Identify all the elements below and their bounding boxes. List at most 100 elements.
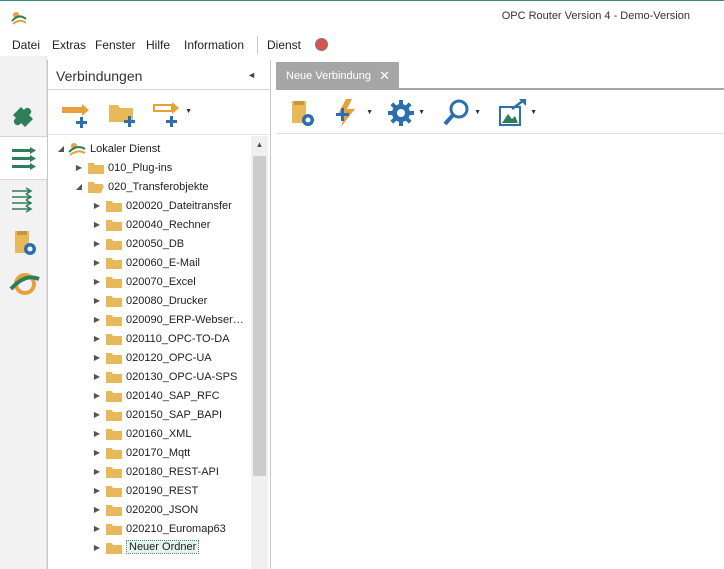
collapsed-arrow-icon[interactable]: ▶ — [92, 505, 102, 514]
collapsed-arrow-icon[interactable]: ▶ — [74, 163, 84, 172]
export-image-icon — [499, 99, 526, 126]
folder-icon — [106, 372, 122, 383]
collapse-panel-icon[interactable]: ◄ — [247, 70, 256, 80]
nav-service-settings[interactable] — [0, 220, 47, 264]
collapsed-arrow-icon[interactable]: ▶ — [92, 201, 102, 210]
collapsed-arrow-icon[interactable]: ▶ — [92, 467, 102, 476]
folder-icon — [106, 296, 122, 307]
expanded-arrow-icon[interactable]: ◢ — [74, 182, 84, 191]
scroll-up-icon[interactable]: ▲ — [251, 136, 268, 153]
collapsed-arrow-icon[interactable]: ▶ — [92, 524, 102, 533]
collapsed-arrow-icon[interactable]: ▶ — [92, 448, 102, 457]
tree-item[interactable]: ▶ 020090_ERP-Webser… — [48, 311, 250, 330]
menu-datei[interactable]: Datei — [12, 38, 40, 52]
folder-icon — [106, 353, 122, 364]
tree-item[interactable]: ▶ 020020_Dateitransfer — [48, 197, 250, 216]
collapsed-arrow-icon[interactable]: ▶ — [92, 372, 102, 381]
collapsed-arrow-icon[interactable]: ▶ — [92, 543, 102, 552]
nav-transfer[interactable] — [0, 178, 47, 222]
tab-neue-verbindung[interactable]: Neue Verbindung ✕ — [276, 62, 399, 90]
connection-canvas[interactable] — [276, 135, 724, 569]
tree-item[interactable]: ▶ 020140_SAP_RFC — [48, 387, 250, 406]
add-plugin-button[interactable]: ▼ — [332, 97, 373, 129]
tab-label: Neue Verbindung — [286, 70, 372, 82]
local-service-icon — [68, 143, 86, 156]
service-status-indicator[interactable] — [315, 38, 328, 51]
chevron-down-icon[interactable]: ▼ — [185, 108, 192, 115]
collapsed-arrow-icon[interactable]: ▶ — [92, 391, 102, 400]
tree-root[interactable]: ◢ Lokaler Dienst — [48, 140, 250, 159]
tree-item[interactable]: ▶ 020210_Euromap63 — [48, 520, 250, 539]
add-connection-button[interactable] — [60, 97, 92, 129]
tree-scrollbar[interactable]: ▲ — [251, 136, 268, 569]
connection-settings-button[interactable] — [288, 97, 318, 129]
tree-item[interactable]: ▶ 020060_E-Mail — [48, 254, 250, 273]
collapsed-arrow-icon[interactable]: ▶ — [92, 410, 102, 419]
tree-item[interactable]: ▶ 020200_JSON — [48, 501, 250, 520]
collapsed-arrow-icon[interactable]: ▶ — [92, 334, 102, 343]
tree-item[interactable]: ▶ 020050_DB — [48, 235, 250, 254]
collapsed-arrow-icon[interactable]: ▶ — [92, 220, 102, 229]
tree-item[interactable]: ▶ 020080_Drucker — [48, 292, 250, 311]
folder-icon — [106, 448, 122, 459]
collapsed-arrow-icon[interactable]: ▶ — [92, 429, 102, 438]
tree-item[interactable]: ▶ 020180_REST-API — [48, 463, 250, 482]
chevron-down-icon[interactable]: ▼ — [366, 109, 373, 116]
tree-item[interactable]: ◢ 020_Transferobjekte — [48, 178, 250, 197]
tree-label: 020140_SAP_RFC — [126, 390, 220, 402]
chevron-down-icon[interactable]: ▼ — [418, 109, 425, 116]
tree-label: 010_Plug-ins — [108, 162, 173, 174]
chevron-down-icon[interactable]: ▼ — [530, 109, 537, 116]
tree-item[interactable]: ▶ 020150_SAP_BAPI — [48, 406, 250, 425]
menu-information[interactable]: Information — [184, 38, 244, 52]
add-template-button[interactable]: ▼ — [152, 97, 192, 129]
service-settings-icon — [15, 231, 36, 255]
add-folder-button[interactable] — [107, 97, 139, 129]
document-tabs: Neue Verbindung ✕ — [276, 60, 724, 90]
collapsed-arrow-icon[interactable]: ▶ — [92, 315, 102, 324]
nav-opc-router[interactable] — [0, 262, 47, 306]
collapsed-arrow-icon[interactable]: ▶ — [92, 258, 102, 267]
chevron-down-icon[interactable]: ▼ — [474, 109, 481, 116]
tree-item[interactable]: ▶ Neuer Ordner — [48, 539, 250, 558]
scrollbar-thumb[interactable] — [253, 156, 266, 476]
tree-label: 020170_Mqtt — [126, 447, 191, 459]
nav-connections[interactable] — [0, 136, 47, 180]
tree-item[interactable]: ▶ 020070_Excel — [48, 273, 250, 292]
tree-label: 020090_ERP-Webser… — [126, 314, 244, 326]
close-icon[interactable]: ✕ — [379, 68, 390, 84]
tree-item[interactable]: ▶ 020160_XML — [48, 425, 250, 444]
collapsed-arrow-icon[interactable]: ▶ — [92, 239, 102, 248]
export-image-button[interactable]: ▼ — [498, 97, 537, 129]
folder-icon — [106, 543, 122, 554]
tree-item[interactable]: ▶ 010_Plug-ins — [48, 159, 250, 178]
nav-plugins[interactable] — [0, 94, 47, 138]
connections-panel-header: Verbindungen ◄ — [48, 60, 270, 90]
menu-dienst[interactable]: Dienst — [267, 38, 301, 52]
collapsed-arrow-icon[interactable]: ▶ — [92, 353, 102, 362]
settings-button[interactable]: ▼ — [386, 97, 425, 129]
app-logo-icon — [11, 12, 27, 25]
document-area: Neue Verbindung ✕ ▼ ▼ ▼ ▼ — [276, 60, 724, 569]
menu-extras[interactable]: Extras — [52, 38, 86, 52]
menu-fenster[interactable]: Fenster — [95, 38, 136, 52]
search-button[interactable]: ▼ — [442, 97, 481, 129]
tree-item[interactable]: ▶ 020110_OPC-TO-DA — [48, 330, 250, 349]
tree-item[interactable]: ▶ 020190_REST — [48, 482, 250, 501]
folder-icon — [106, 239, 122, 250]
tree-item[interactable]: ▶ 020040_Rechner — [48, 216, 250, 235]
folder-icon — [106, 410, 122, 421]
collapsed-arrow-icon[interactable]: ▶ — [92, 277, 102, 286]
menu-hilfe[interactable]: Hilfe — [146, 38, 170, 52]
collapsed-arrow-icon[interactable]: ▶ — [92, 296, 102, 305]
expanded-arrow-icon[interactable]: ◢ — [56, 144, 66, 153]
collapsed-arrow-icon[interactable]: ▶ — [92, 486, 102, 495]
tree-label: 020050_DB — [126, 238, 185, 250]
tree-item[interactable]: ▶ 020120_OPC-UA — [48, 349, 250, 368]
tree-label: Lokaler Dienst — [90, 143, 161, 155]
folder-icon — [106, 505, 122, 516]
connections-icon — [12, 147, 36, 170]
tree-item[interactable]: ▶ 020170_Mqtt — [48, 444, 250, 463]
tree-label: 020160_XML — [126, 428, 192, 440]
tree-item[interactable]: ▶ 020130_OPC-UA-SPS — [48, 368, 250, 387]
